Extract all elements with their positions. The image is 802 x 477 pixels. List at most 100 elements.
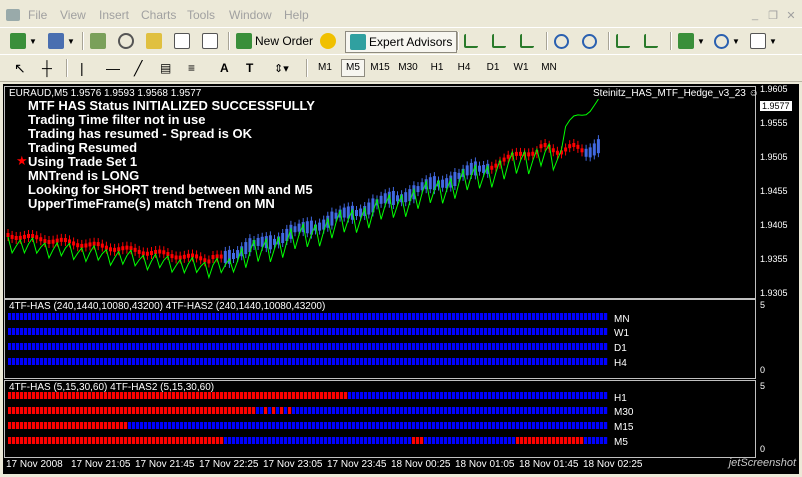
- candle-body: [150, 251, 153, 256]
- close-icon[interactable]: ✕: [784, 9, 798, 22]
- timeframe-m1[interactable]: M1: [314, 59, 336, 77]
- profiles-button[interactable]: ▼: [48, 31, 75, 51]
- data-window-button[interactable]: [118, 31, 134, 51]
- indicator-block: [480, 313, 484, 320]
- timeframe-w1[interactable]: W1: [510, 59, 532, 77]
- candle-body: [72, 241, 76, 246]
- text-label-button[interactable]: T: [246, 58, 253, 78]
- zoom-in-button[interactable]: [554, 31, 569, 51]
- indicator-block: [588, 343, 592, 350]
- app-icon[interactable]: [6, 9, 20, 21]
- indicator-block: [316, 343, 320, 350]
- fibonacci-button[interactable]: ≡: [188, 58, 195, 78]
- indicator-block: [384, 392, 388, 399]
- indicator-block: [72, 328, 76, 335]
- indicator-block: [408, 422, 412, 429]
- timeframe-d1[interactable]: D1: [482, 59, 504, 77]
- indicator-block: [252, 392, 256, 399]
- indicator-block: [560, 313, 564, 320]
- auto-scroll-icon: [644, 34, 658, 48]
- indicator-block: [376, 407, 380, 414]
- indicator-block: [364, 328, 368, 335]
- menu-charts[interactable]: Charts: [141, 8, 176, 22]
- indicator-block: [448, 437, 452, 444]
- indicator-block: [544, 422, 548, 429]
- templates-button[interactable]: ▼: [750, 31, 777, 51]
- indicator-block: [196, 407, 200, 414]
- candle-body: [268, 235, 272, 250]
- indicator-block: [532, 407, 536, 414]
- candle-body: [584, 148, 588, 157]
- timeframe-h4[interactable]: H4: [453, 59, 475, 77]
- line-chart-button[interactable]: [520, 31, 534, 51]
- indicator-block: [320, 358, 324, 365]
- zoom-out-button[interactable]: [582, 31, 597, 51]
- crosshair-button[interactable]: ┼: [42, 58, 52, 78]
- restore-icon[interactable]: ❐: [766, 9, 780, 22]
- indicators-button[interactable]: ▼: [678, 31, 705, 51]
- indicator-block: [184, 313, 188, 320]
- periods-button[interactable]: ▼: [714, 31, 740, 51]
- cursor-button[interactable]: ↖: [14, 58, 26, 78]
- terminal-button[interactable]: [174, 31, 190, 51]
- row-label-h4: H4: [614, 358, 627, 369]
- indicator-block: [80, 392, 84, 399]
- auto-scroll-button[interactable]: [644, 31, 658, 51]
- timeframe-mn[interactable]: MN: [538, 59, 560, 77]
- indicator-block: [536, 437, 540, 444]
- new-chart-button[interactable]: ▼: [10, 31, 37, 51]
- arrows-button[interactable]: ⇕▾: [274, 58, 289, 78]
- menu-view[interactable]: View: [60, 8, 86, 22]
- indicator-block: [516, 392, 520, 399]
- menu-tools[interactable]: Tools: [187, 8, 215, 22]
- menu-insert[interactable]: Insert: [99, 8, 129, 22]
- new-chart-icon: [10, 33, 26, 49]
- indicator-block: [324, 407, 328, 414]
- indicator-block: [540, 358, 544, 365]
- market-watch-button[interactable]: [90, 31, 106, 51]
- timeframe-m15[interactable]: M15: [369, 59, 391, 77]
- channel-button[interactable]: ▤: [160, 58, 171, 78]
- strategy-tester-button[interactable]: [202, 31, 218, 51]
- indicator-block: [416, 437, 420, 444]
- indicator-block: [408, 437, 412, 444]
- indicator-block: [116, 407, 120, 414]
- menu-window[interactable]: Window: [229, 8, 272, 22]
- timeframe-h1[interactable]: H1: [426, 59, 448, 77]
- expert-advisors-button[interactable]: Expert Advisors: [345, 31, 458, 53]
- candle-body: [170, 254, 174, 259]
- indicator-block: [164, 313, 168, 320]
- indicator-block: [436, 422, 440, 429]
- vertical-line-button[interactable]: |: [80, 58, 84, 78]
- new-order-button[interactable]: New Order: [236, 31, 313, 51]
- indicator-block: [244, 313, 248, 320]
- indicator-block: [572, 343, 576, 350]
- horizontal-line-button[interactable]: —: [106, 58, 120, 78]
- indicator-block: [524, 392, 528, 399]
- candlestick-button[interactable]: [492, 31, 506, 51]
- timeframe-m30[interactable]: M30: [397, 59, 419, 77]
- candle-body: [158, 249, 162, 254]
- indicator-block: [284, 328, 288, 335]
- indicator-block: [312, 313, 316, 320]
- bar-chart-button[interactable]: [464, 31, 478, 51]
- minimize-icon[interactable]: _: [748, 9, 762, 21]
- indicator-block: [116, 328, 120, 335]
- indicator-block: [292, 422, 296, 429]
- menu-help[interactable]: Help: [284, 8, 309, 22]
- indicator-block: [184, 358, 188, 365]
- chart-shift-button[interactable]: [616, 31, 630, 51]
- indicator-block: [76, 343, 80, 350]
- text-button[interactable]: A: [220, 58, 229, 78]
- metaeditor-button[interactable]: [320, 31, 336, 51]
- trendline-button[interactable]: ╱: [134, 58, 142, 78]
- indicator-block: [156, 407, 160, 414]
- navigator-button[interactable]: [146, 31, 162, 51]
- menu-file[interactable]: File: [28, 8, 47, 22]
- indicator-block: [176, 343, 180, 350]
- indicator-block: [576, 437, 580, 444]
- indicator-block: [260, 343, 264, 350]
- indicator-block: [436, 328, 440, 335]
- timeframe-m5[interactable]: M5: [341, 59, 365, 77]
- fibonacci-icon: ≡: [188, 61, 196, 75]
